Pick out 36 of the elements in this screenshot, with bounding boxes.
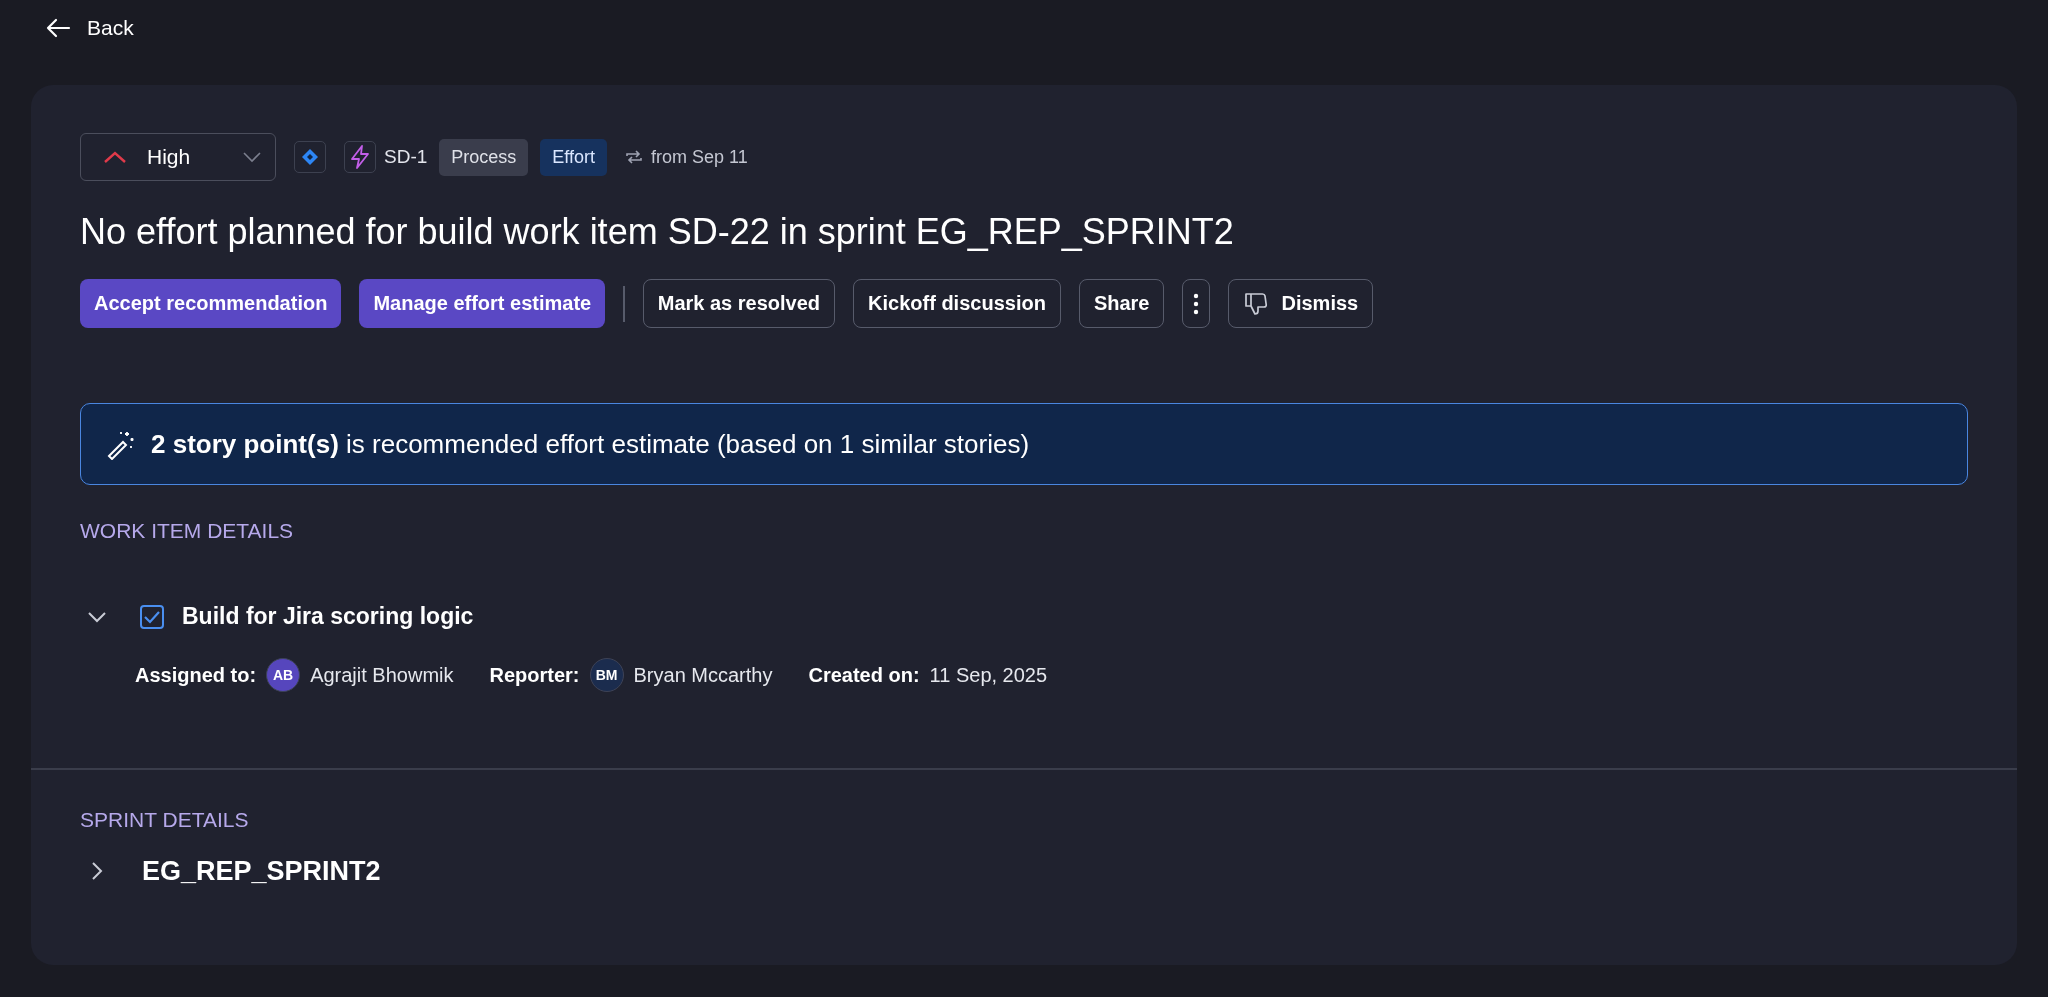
recommendation-text: 2 story point(s) is recommended effort estimate (based on 1 similar stories) <box>151 428 1030 460</box>
more-icon <box>1193 292 1200 315</box>
since-date: from Sep 11 <box>651 146 748 168</box>
issue-key: SD-1 <box>384 146 428 168</box>
action-button[interactable]: Manage effort estimate <box>359 279 606 328</box>
arrow-left-icon <box>45 18 71 38</box>
repeat-icon <box>625 149 644 165</box>
checkbox[interactable] <box>140 604 164 629</box>
lightning-icon <box>344 141 376 173</box>
field-label: Created on: <box>808 663 920 687</box>
section-heading: SPRINT DETAILS <box>80 807 250 832</box>
priority-dropdown[interactable]: High <box>80 133 276 181</box>
thumbs-down-icon <box>1243 290 1270 317</box>
field-value: Bryan Mccarthy <box>633 663 773 687</box>
back-button[interactable]: Back <box>31 12 148 44</box>
action-button[interactable]: Accept recommendation <box>80 279 342 328</box>
work-item-title: Build for Jira scoring logic <box>182 603 474 630</box>
avatar: AB <box>266 658 301 692</box>
type-tag: Effort <box>540 138 608 176</box>
action-button[interactable]: Kickoff discussion <box>853 279 1061 328</box>
section-heading: WORK ITEM DETAILS <box>80 519 295 543</box>
sprint-name: EG_REP_SPRINT2 <box>142 855 381 887</box>
chevron-up-icon <box>103 150 127 164</box>
field-value: Agrajit Bhowmik <box>310 663 454 687</box>
avatar: BM <box>589 658 624 692</box>
field-label: Reporter: <box>489 663 580 687</box>
field-value: 11 Sep, 2025 <box>929 663 1048 687</box>
issue-title: No effort planned for build work item SD-22 in sprint EG_REP_SPRINT2 <box>80 211 1235 253</box>
category-tag: Process <box>439 138 529 176</box>
action-button[interactable]: Mark as resolved <box>642 279 836 328</box>
action-button[interactable]: Share <box>1078 279 1165 328</box>
field-label: Assigned to: <box>135 663 257 687</box>
caret-icon <box>243 151 261 163</box>
more-button[interactable] <box>1182 279 1211 328</box>
dismiss-button[interactable]: Dismiss <box>1228 279 1374 328</box>
check-icon <box>143 609 161 624</box>
